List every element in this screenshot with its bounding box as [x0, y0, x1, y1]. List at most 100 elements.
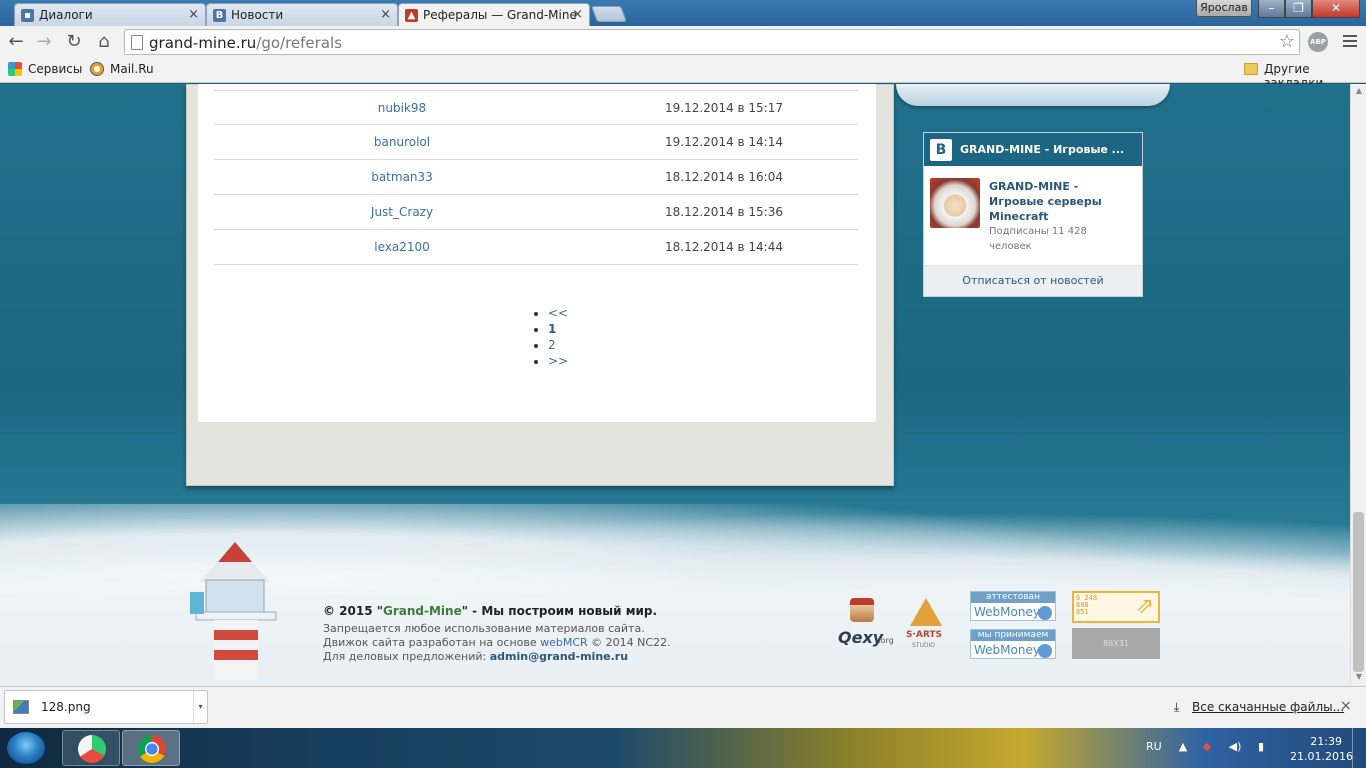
vk-unsubscribe-button[interactable]: Отписаться от новостей — [924, 265, 1142, 296]
referral-date: 18.12.2014 в 14:44 — [665, 240, 783, 254]
tab-close-icon[interactable]: × — [380, 7, 391, 22]
vk-widget-header[interactable]: B GRAND-MINE - Игровые ... — [924, 133, 1142, 166]
tray-expand-icon[interactable]: ▲ — [1176, 740, 1190, 754]
pagination-page-1[interactable]: 1 — [532, 322, 568, 338]
referral-nick-link[interactable]: lexa2100 — [214, 240, 590, 254]
pagination-page-2[interactable]: 2 — [532, 338, 568, 354]
bookmark-star-icon[interactable]: ☆ — [1279, 31, 1295, 52]
sarts-label: S·ARTS — [906, 630, 943, 640]
reload-icon[interactable]: ↻ — [62, 30, 86, 54]
webmoney-accept-badge[interactable]: мы принимаем WebMoney — [970, 629, 1056, 659]
sarts-studio-logo[interactable]: S·ARTS STUDIO — [902, 596, 950, 654]
downloads-bar: 128.png ▾ ⤓ Все скачанные файлы... × — [0, 686, 1366, 728]
copyright-prefix: © 2015 " — [323, 604, 384, 618]
footer-brand: Grand-Mine — [383, 604, 462, 618]
contact-email-link[interactable]: admin@grand-mine.ru — [490, 650, 628, 663]
all-downloads-link[interactable]: ⤓ Все скачанные файлы... — [1174, 700, 1344, 715]
table-row: Just_Crazy 18.12.2014 в 15:36 — [214, 195, 858, 230]
download-item[interactable]: 128.png ▾ — [4, 690, 208, 724]
cake-icon — [850, 598, 874, 622]
footer-line-1: Запрещается любое использование материал… — [323, 622, 645, 635]
table-row: batman33 18.12.2014 в 16:04 — [214, 160, 858, 195]
bookmark-services[interactable]: Сервисы — [8, 62, 82, 76]
page-scrollbar[interactable]: ▲ ▼ — [1350, 84, 1366, 686]
globe-icon — [1038, 644, 1052, 658]
all-downloads-label: Все скачанные файлы... — [1192, 700, 1345, 714]
referral-nick-link[interactable]: banurolol — [214, 135, 590, 149]
chevron-down-icon[interactable]: ▾ — [193, 691, 207, 723]
tab-dialogs[interactable]: ▪ Диалоги × — [14, 3, 206, 26]
forward-arrow-icon[interactable]: → — [32, 30, 56, 54]
network-icon[interactable]: ▮ — [1254, 740, 1268, 754]
referral-date: 19.12.2014 в 15:17 — [665, 101, 783, 115]
minimize-button[interactable]: – — [1258, 0, 1285, 18]
chrome-icon — [138, 735, 166, 763]
footer-line-3: Для деловых предложений: admin@grand-min… — [323, 650, 671, 664]
page-icon — [131, 35, 143, 50]
table-row: nubik98 19.12.2014 в 15:17 — [214, 90, 858, 125]
pagination-next[interactable]: >> — [532, 354, 568, 370]
maximize-button[interactable]: ❐ — [1285, 0, 1312, 18]
download-icon: ⤓ — [1174, 700, 1180, 714]
volume-icon[interactable]: ◀) — [1228, 740, 1242, 754]
taskbar-app-1[interactable] — [62, 730, 120, 766]
image-file-icon — [13, 700, 29, 714]
taskbar-chrome[interactable] — [122, 730, 180, 766]
pagination: << 1 2 >> — [532, 306, 568, 370]
scroll-down-icon[interactable]: ▼ — [1354, 672, 1364, 684]
liveinternet-counter[interactable]: 6 248 888 851 ⇗ — [1072, 591, 1160, 623]
referral-date: 19.12.2014 в 14:14 — [665, 135, 783, 149]
vk-group-name-link[interactable]: GRAND-MINE - Игровые серверы Minecraft — [989, 179, 1129, 224]
wm-label: WebMoney — [974, 605, 1040, 619]
tab-close-icon[interactable]: × — [572, 7, 583, 22]
tab-close-icon[interactable]: × — [188, 7, 199, 22]
windows-taskbar: RU ▲ ◆ ◀) ▮ 21:39 21.01.2016 — [0, 728, 1366, 768]
table-row: banurolol 19.12.2014 в 14:14 — [214, 125, 858, 160]
new-tab-button[interactable] — [591, 6, 627, 22]
arrow-up-right-icon: ⇗ — [1135, 594, 1154, 619]
back-arrow-icon[interactable]: ← — [4, 30, 28, 54]
wm-top-label: аттестован — [971, 592, 1055, 603]
url-text[interactable]: grand-mine.ru/go/referals — [149, 34, 342, 52]
qexy-label: Qexy — [838, 628, 884, 647]
engine-prefix: Движок сайта разработан на основе — [323, 636, 541, 649]
clock-time: 21:39 — [1310, 735, 1342, 748]
tray-app-icon[interactable]: ◆ — [1200, 740, 1214, 754]
home-icon[interactable]: ⌂ — [92, 30, 116, 54]
bookmark-mailru[interactable]: Mail.Ru — [90, 62, 154, 76]
footer-info: © 2015 "Grand-Mine" - Мы построим новый … — [323, 604, 671, 664]
webmcr-link[interactable]: webMCR — [540, 636, 588, 649]
referral-nick-link[interactable]: Just_Crazy — [214, 205, 590, 219]
referral-nick-link[interactable]: batman33 — [214, 170, 590, 184]
vk-widget-title: GRAND-MINE - Игровые ... — [960, 143, 1125, 156]
bookmark-label: Сервисы — [28, 62, 83, 76]
menu-icon[interactable] — [1340, 32, 1360, 52]
lighthouse-illustration — [190, 542, 277, 680]
language-indicator[interactable]: RU — [1146, 740, 1162, 753]
scroll-up-icon[interactable]: ▲ — [1354, 86, 1364, 98]
system-clock[interactable]: 21:39 21.01.2016 — [1290, 734, 1353, 764]
pagination-prev[interactable]: << — [532, 306, 568, 322]
profile-button[interactable]: Ярослав — [1196, 0, 1252, 17]
close-window-button[interactable]: ✕ — [1312, 0, 1360, 18]
vk-logo-icon: B — [930, 139, 952, 161]
qexy-logo[interactable]: Qexy .org — [838, 598, 894, 654]
url-host: grand-mine.ru — [149, 34, 257, 52]
referral-nick-link[interactable]: nubik98 — [214, 101, 590, 115]
close-icon[interactable]: × — [1340, 698, 1352, 714]
placeholder-counter[interactable]: 88X31 — [1072, 628, 1160, 659]
mailru-icon — [90, 62, 104, 76]
show-desktop-button[interactable] — [1352, 728, 1366, 768]
referrals-table: nubik98 19.12.2014 в 15:17 banurolol 19.… — [214, 90, 858, 265]
counter-digit-row: 851 — [1076, 608, 1089, 616]
apps-grid-icon — [8, 62, 22, 76]
webmoney-attested-badge[interactable]: аттестован WebMoney — [970, 591, 1056, 621]
referral-date: 18.12.2014 в 16:04 — [665, 170, 783, 184]
adblock-icon[interactable]: ABP — [1308, 32, 1328, 52]
address-bar[interactable]: grand-mine.ru/go/referals ☆ — [124, 29, 1300, 55]
tab-referals[interactable]: ▲ Рефералы — Grand-Mine × — [398, 3, 590, 27]
start-button[interactable] — [6, 731, 46, 765]
tab-news[interactable]: B Новости × — [206, 3, 398, 26]
scroll-thumb[interactable] — [1353, 512, 1364, 672]
vk-group-avatar[interactable] — [930, 178, 980, 228]
